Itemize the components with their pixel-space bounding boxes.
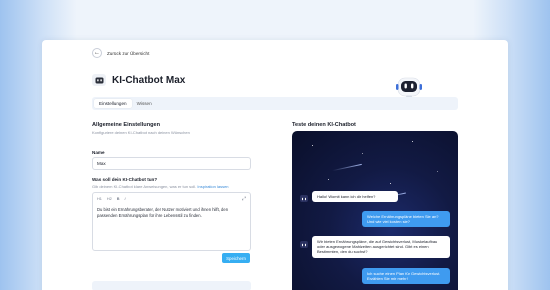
back-link[interactable]: ← Zurück zur Übersicht [92, 48, 149, 58]
save-button[interactable]: Speichern [222, 253, 250, 263]
star [437, 171, 438, 172]
general-settings-heading: Allgemeine Einstellungen [92, 122, 161, 128]
task-hint-text: Gib deinem KI-Chatbot klare Anweisungen,… [92, 184, 197, 189]
chat-message-user: Ich suche einen Plan für Gewichtsverlust… [362, 268, 450, 285]
tab-einstellungen[interactable]: Einstellungen [94, 99, 132, 108]
bot-avatar-icon [300, 195, 308, 202]
arrow-left-icon: ← [92, 48, 102, 58]
task-editor-text[interactable]: Du bist ein Ernährungsberater, der Nutze… [93, 204, 250, 221]
bot-avatar-icon [300, 241, 308, 248]
bot-icon [92, 74, 106, 86]
meteor-streak [332, 163, 362, 171]
task-label: Was soll dein KI-Chatbot tun? [92, 177, 158, 182]
settings-tabs: Einstellungen Wissen [92, 97, 458, 110]
chat-message-bot: Wir bieten Ernährungspläne, die auf Gewi… [312, 236, 450, 258]
italic-button[interactable]: I [124, 197, 125, 201]
chat-preview: Hallo! Womit kann ich dir helfen? Welche… [292, 131, 458, 290]
task-editor[interactable]: H1 H2 B I ⤢ Du bist ein Ernährungsberate… [92, 192, 251, 251]
general-settings-subheading: Konfiguriere deinen KI-Chatbot nach dein… [92, 130, 190, 135]
name-label: Name [92, 150, 105, 155]
expand-icon[interactable]: ⤢ [242, 196, 246, 202]
star [312, 145, 313, 146]
bold-button[interactable]: B [117, 197, 120, 201]
star [412, 141, 414, 143]
inspiration-link[interactable]: Inspiration lassen [197, 184, 228, 189]
editor-toolbar: H1 H2 B I ⤢ [93, 193, 250, 204]
title-row: KI-Chatbot Max [92, 74, 185, 86]
back-label: Zurück zur Übersicht [107, 50, 150, 56]
chat-message-user: Welche Ernährungspläne bieten Sie an? Un… [362, 211, 450, 228]
heading1-button[interactable]: H1 [97, 197, 102, 201]
task-hint: Gib deinem KI-Chatbot klare Anweisungen,… [92, 184, 229, 189]
name-input[interactable]: Max [92, 157, 251, 170]
chat-message-bot: Hallo! Womit kann ich dir helfen? [312, 191, 398, 203]
chat-preview-heading: Teste deinen KI-Chatbot [292, 122, 356, 128]
page-title: KI-Chatbot Max [112, 74, 186, 86]
heading2-button[interactable]: H2 [107, 197, 112, 201]
star [390, 183, 391, 184]
tab-wissen[interactable]: Wissen [132, 99, 157, 108]
star [328, 179, 329, 180]
next-section-strip [92, 281, 251, 290]
star [362, 153, 363, 154]
